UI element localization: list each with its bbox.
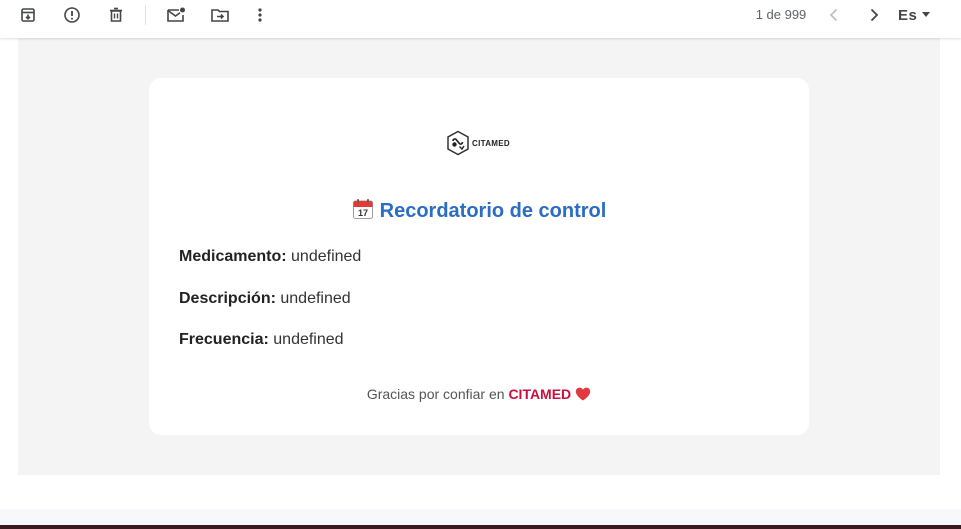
- bottom-strip: [0, 509, 961, 525]
- medicamento-field: Medicamento: undefined: [179, 248, 361, 266]
- email-title: 17 Recordatorio de control: [149, 198, 809, 223]
- frecuencia-field: Frecuencia: undefined: [179, 331, 344, 349]
- email-card: CITAMED 17 Recordatorio de control Medic…: [149, 78, 809, 435]
- toolbar-divider: [145, 5, 146, 25]
- next-email-button[interactable]: [858, 3, 890, 27]
- field-value: undefined: [273, 331, 344, 348]
- field-label: Descripción:: [179, 290, 276, 307]
- heart-icon: [575, 387, 591, 401]
- logo-text: CITAMED: [472, 138, 510, 148]
- email-toolbar: 1 de 999 Es: [0, 0, 961, 38]
- archive-icon: [21, 8, 35, 22]
- caret-down-icon: [922, 12, 931, 17]
- previous-email-button[interactable]: [818, 3, 850, 27]
- language-label: Es: [898, 6, 918, 24]
- mark-unread-icon: [167, 7, 185, 22]
- move-to-icon: [211, 9, 229, 22]
- bottom-bar: [0, 525, 961, 529]
- more-options-icon: [258, 8, 262, 22]
- citamed-logo: CITAMED: [446, 130, 510, 156]
- field-value: undefined: [291, 248, 362, 265]
- more-options-button[interactable]: [244, 3, 276, 27]
- delete-button[interactable]: [100, 3, 132, 27]
- chevron-left-icon: [829, 8, 838, 22]
- report-spam-icon: [64, 7, 80, 23]
- descripcion-field: Descripción: undefined: [179, 290, 351, 308]
- chevron-right-icon: [870, 8, 879, 22]
- email-title-text: Recordatorio de control: [379, 200, 607, 222]
- field-value: undefined: [280, 290, 351, 307]
- mark-unread-button[interactable]: [160, 3, 192, 27]
- report-spam-button[interactable]: [56, 3, 88, 27]
- calendar-icon: 17: [352, 199, 373, 219]
- archive-button[interactable]: [12, 3, 44, 27]
- footer-text: Gracias por confiar en: [366, 386, 505, 402]
- pagination-count: 1 de 999: [755, 7, 807, 22]
- email-footer: Gracias por confiar en CITAMED: [149, 386, 809, 402]
- language-selector[interactable]: Es: [898, 4, 931, 26]
- footer-brand: CITAMED: [508, 386, 572, 402]
- move-to-button[interactable]: [204, 3, 236, 27]
- field-label: Frecuencia:: [179, 331, 269, 348]
- field-label: Medicamento:: [179, 248, 287, 265]
- logo-hexagon-icon: [447, 130, 469, 156]
- delete-icon: [110, 7, 122, 22]
- svg-text:17: 17: [358, 208, 368, 218]
